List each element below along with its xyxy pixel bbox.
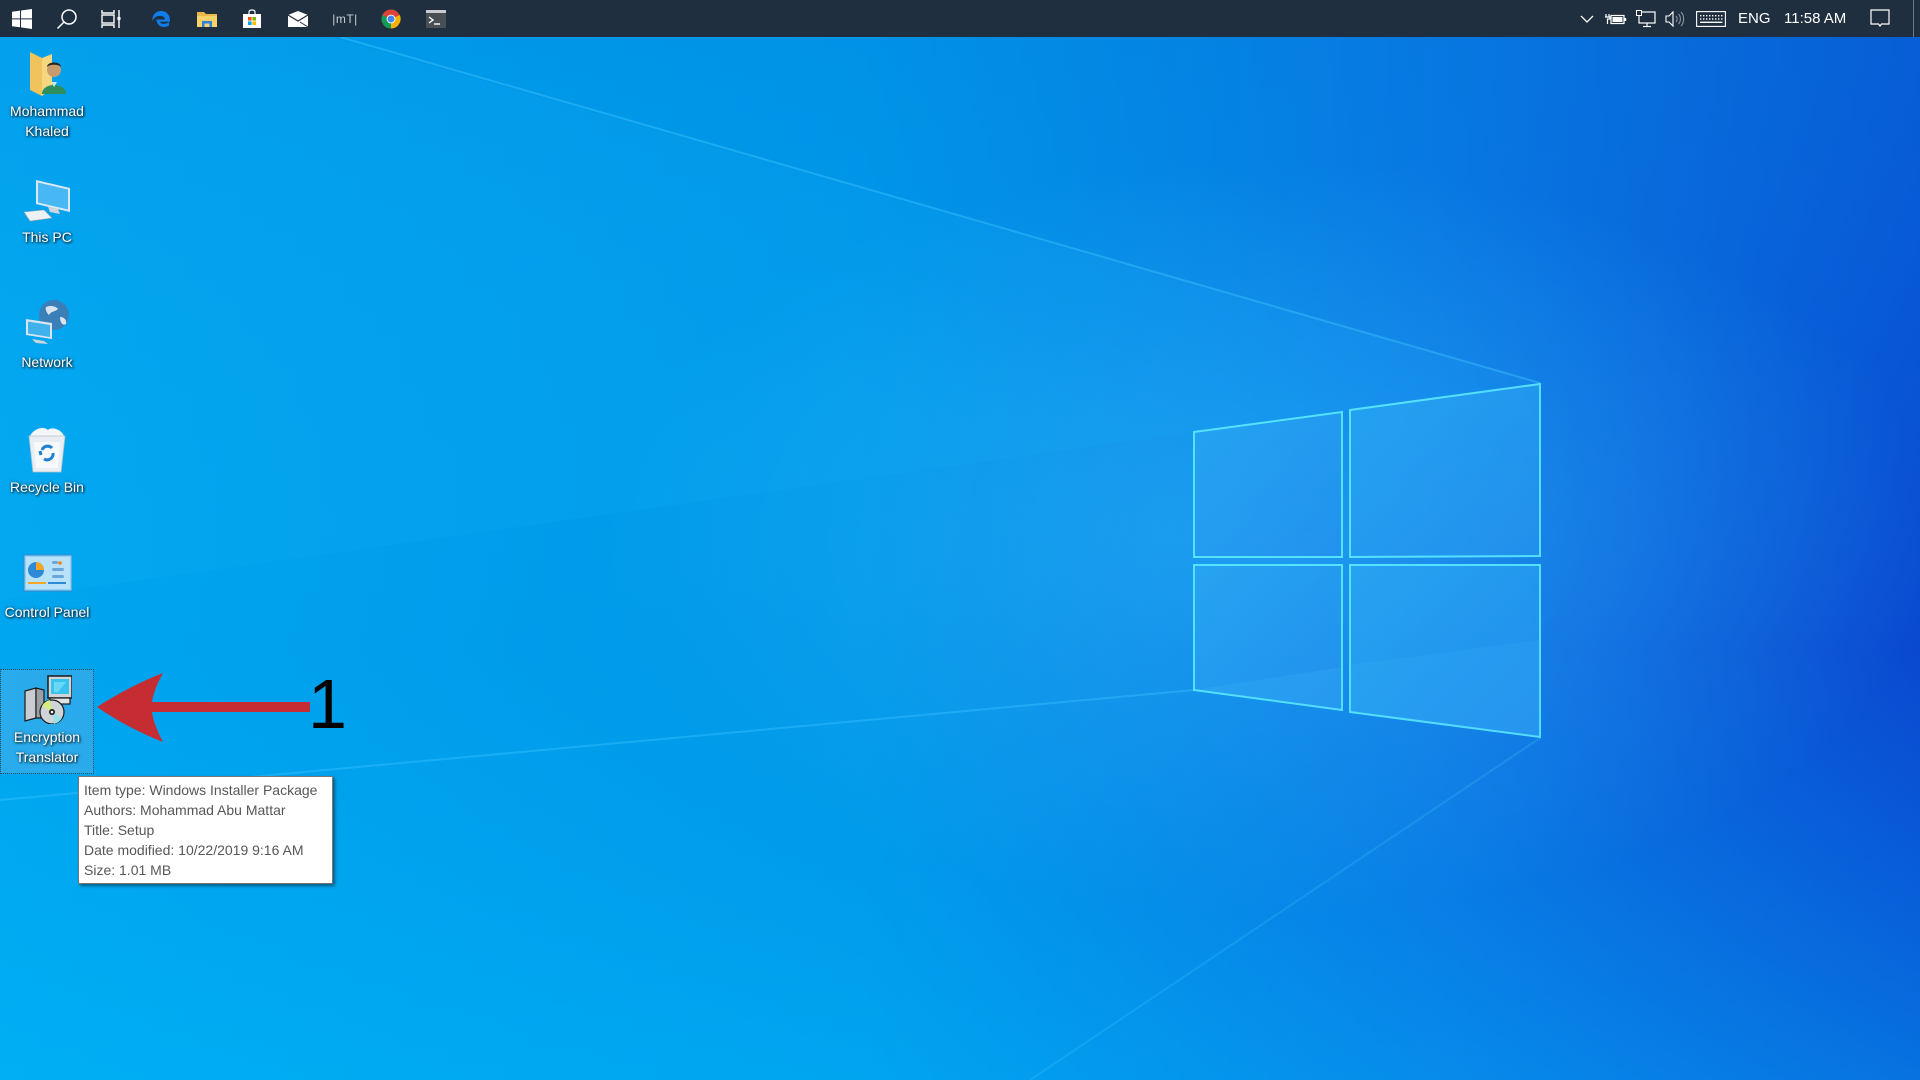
mail-icon	[287, 10, 309, 27]
edge-button[interactable]	[139, 0, 183, 37]
edge-icon	[152, 10, 171, 27]
user-folder-icon	[22, 48, 72, 98]
volume-button[interactable]	[1661, 0, 1689, 37]
windows-logo-icon	[12, 8, 32, 29]
taskbar: |mT| ENG 11:58 AM	[0, 0, 1920, 37]
task-view-icon	[101, 9, 121, 28]
control-panel-icon	[22, 549, 72, 599]
mt-icon: |mT|	[332, 11, 358, 26]
file-info-tooltip: Item type: Windows Installer Package Aut…	[78, 776, 333, 884]
touch-keyboard-button[interactable]	[1693, 0, 1729, 37]
file-explorer-button[interactable]	[185, 0, 229, 37]
folder-icon	[197, 11, 217, 27]
recycle-bin-icon	[22, 424, 72, 474]
volume-icon	[1665, 10, 1685, 27]
task-view-button[interactable]	[89, 0, 133, 37]
desktop-icon-label: This PC	[22, 229, 72, 245]
annotation-step-number: 1	[308, 665, 347, 743]
tooltip-title: Title: Setup	[84, 822, 155, 838]
chevron-up-icon	[1580, 15, 1594, 23]
search-icon	[56, 8, 77, 29]
notification-icon	[1870, 8, 1890, 27]
desktop-icon-control-panel[interactable]: Control Panel	[1, 545, 93, 622]
network-tray-button[interactable]	[1632, 0, 1660, 37]
tooltip-authors: Authors: Mohammad Abu Mattar	[84, 802, 286, 818]
terminal-button[interactable]	[414, 0, 458, 37]
mail-button[interactable]	[276, 0, 320, 37]
terminal-icon	[426, 9, 446, 28]
desktop-icon-label: Control Panel	[4, 604, 90, 620]
this-pc-icon	[22, 174, 72, 224]
battery-button[interactable]	[1602, 0, 1630, 37]
desktop-icon-encryption-translator[interactable]: Encryption Translator	[0, 669, 94, 774]
desktop-icon-network[interactable]: Network	[1, 295, 93, 372]
installer-package-icon	[22, 674, 72, 724]
battery-charging-icon	[1605, 13, 1627, 24]
desktop-icon-label: Network	[21, 354, 73, 370]
language-indicator[interactable]: ENG	[1738, 0, 1771, 37]
keyboard-icon	[1696, 10, 1726, 27]
store-icon	[243, 8, 261, 28]
desktop-icon-label: Encryption Translator	[13, 729, 81, 765]
clock[interactable]: 11:58 AM	[1784, 0, 1846, 37]
desktop-wallpaper	[0, 0, 1920, 1080]
tooltip-item-type: Item type: Windows Installer Package	[84, 782, 318, 798]
show-desktop-button[interactable]	[1913, 0, 1920, 37]
network-wired-icon	[1636, 9, 1656, 27]
desktop-icon-recycle-bin[interactable]: Recycle Bin	[1, 420, 93, 497]
desktop-icon-mohammad-khaled[interactable]: Mohammad Khaled	[1, 44, 93, 141]
chrome-button[interactable]	[369, 0, 413, 37]
desktop-icon-label: Mohammad Khaled	[10, 103, 84, 139]
desktop-icon-label: Recycle Bin	[10, 479, 84, 495]
search-button[interactable]	[45, 0, 89, 37]
network-icon	[22, 299, 72, 349]
mt-button[interactable]: |mT|	[323, 0, 367, 37]
store-button[interactable]	[230, 0, 274, 37]
show-hidden-icons-button[interactable]	[1574, 0, 1600, 37]
chrome-icon	[381, 9, 401, 28]
tooltip-size: Size: 1.01 MB	[84, 862, 172, 878]
start-button[interactable]	[0, 0, 44, 37]
action-center-button[interactable]	[1864, 0, 1896, 37]
desktop-icon-this-pc[interactable]: This PC	[1, 170, 93, 247]
tooltip-date-modified: Date modified: 10/22/2019 9:16 AM	[84, 842, 304, 858]
